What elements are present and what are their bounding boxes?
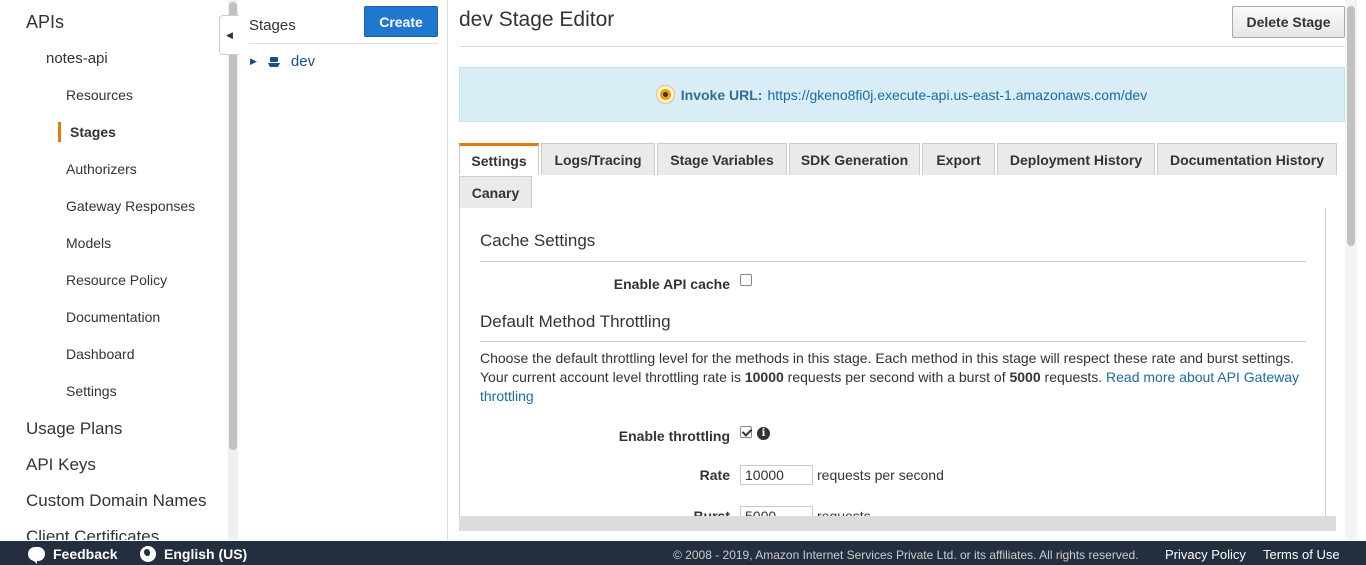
horizontal-scrollbar[interactable] bbox=[459, 516, 1336, 531]
nav-item-resources[interactable]: Resources bbox=[66, 87, 133, 103]
nav-item-resource-policy[interactable]: Resource Policy bbox=[66, 272, 167, 288]
rate-label: Rate bbox=[699, 467, 730, 483]
cache-settings-heading: Cache Settings bbox=[480, 231, 596, 250]
nav-item-settings[interactable]: Settings bbox=[66, 383, 117, 399]
page-scrollbar[interactable] bbox=[1345, 0, 1357, 540]
collapse-sidebar-button[interactable]: ◀ bbox=[219, 15, 239, 55]
tab-canary[interactable]: Canary bbox=[459, 176, 532, 208]
stage-icon bbox=[267, 56, 280, 67]
stage-editor: dev Stage Editor Delete Stage Invoke URL… bbox=[449, 0, 1345, 540]
left-navigation: APIs notes-api Resources Stages Authoriz… bbox=[0, 0, 228, 540]
cache-divider bbox=[480, 261, 1306, 262]
create-stage-button[interactable]: Create bbox=[364, 6, 438, 37]
nav-item-stages[interactable]: Stages bbox=[70, 124, 116, 140]
stages-panel: Stages Create ▶ dev bbox=[238, 0, 448, 540]
default-throttling-heading: Default Method Throttling bbox=[480, 312, 671, 331]
invoke-url-link[interactable]: https://gkeno8fi0j.execute-api.us-east-1… bbox=[767, 87, 1147, 103]
nav-item-dashboard[interactable]: Dashboard bbox=[66, 346, 135, 362]
nav-usage-plans[interactable]: Usage Plans bbox=[26, 419, 122, 439]
stage-tree-item-dev[interactable]: ▶ dev bbox=[250, 53, 315, 70]
account-burst-value: 5000 bbox=[1009, 369, 1041, 385]
privacy-policy-link[interactable]: Privacy Policy bbox=[1165, 547, 1246, 562]
language-selector[interactable]: English (US) bbox=[140, 546, 247, 562]
tab-documentation-history[interactable]: Documentation History bbox=[1157, 143, 1337, 175]
terms-of-use-link[interactable]: Terms of Use bbox=[1263, 547, 1340, 562]
page-title: dev Stage Editor bbox=[459, 8, 615, 31]
throttling-desc-part3: requests. bbox=[1040, 369, 1107, 385]
sidebar-scrollbar[interactable] bbox=[228, 0, 238, 540]
title-divider bbox=[459, 46, 1345, 47]
invoke-url-label: Invoke URL: bbox=[680, 86, 763, 103]
enable-api-cache-label: Enable API cache bbox=[613, 276, 730, 292]
copyright-text: © 2008 - 2019, Amazon Internet Services … bbox=[673, 548, 1139, 562]
tab-settings[interactable]: Settings bbox=[459, 143, 539, 175]
delete-stage-button[interactable]: Delete Stage bbox=[1232, 6, 1345, 38]
tab-logs-tracing[interactable]: Logs/Tracing bbox=[541, 143, 655, 175]
throttling-divider bbox=[480, 341, 1306, 342]
stages-divider bbox=[249, 43, 438, 44]
page-scroll-thumb[interactable] bbox=[1347, 6, 1355, 246]
globe-icon bbox=[140, 546, 156, 562]
rate-input[interactable]: 10000 bbox=[740, 465, 813, 485]
nav-item-gateway-responses[interactable]: Gateway Responses bbox=[66, 198, 195, 214]
nav-apis[interactable]: APIs bbox=[26, 12, 64, 33]
nav-item-models[interactable]: Models bbox=[66, 235, 111, 251]
invoke-url-icon bbox=[656, 86, 674, 103]
stages-title: Stages bbox=[249, 17, 296, 34]
stage-name-dev[interactable]: dev bbox=[291, 53, 315, 70]
info-icon[interactable]: i bbox=[757, 427, 770, 440]
sidebar-scroll-thumb[interactable] bbox=[229, 2, 237, 450]
rate-unit: requests per second bbox=[817, 467, 944, 483]
footer: Feedback English (US) © 2008 - 2019, Ama… bbox=[0, 541, 1366, 565]
nav-api-notes-api[interactable]: notes-api bbox=[46, 50, 108, 67]
expand-caret-icon[interactable]: ▶ bbox=[250, 56, 257, 67]
enable-throttling-checkbox[interactable] bbox=[740, 426, 752, 438]
nav-item-documentation[interactable]: Documentation bbox=[66, 309, 160, 325]
throttling-description: Choose the default throttling level for … bbox=[480, 349, 1310, 406]
enable-throttling-label: Enable throttling bbox=[618, 428, 730, 444]
nav-item-authorizers[interactable]: Authorizers bbox=[66, 161, 137, 177]
active-indicator bbox=[58, 122, 61, 142]
tab-sdk-generation[interactable]: SDK Generation bbox=[789, 143, 920, 175]
feedback-label: Feedback bbox=[53, 546, 118, 562]
nav-client-certificates[interactable]: Client Certificates bbox=[26, 527, 159, 540]
chat-bubble-icon bbox=[28, 547, 45, 564]
language-label: English (US) bbox=[164, 546, 248, 562]
settings-panel: Cache Settings Enable API cache Default … bbox=[459, 208, 1326, 526]
invoke-url-banner: Invoke URL: https://gkeno8fi0j.execute-a… bbox=[459, 67, 1345, 122]
caret-left-icon: ◀ bbox=[226, 29, 233, 40]
tab-export[interactable]: Export bbox=[922, 143, 995, 175]
feedback-button[interactable]: Feedback bbox=[28, 546, 118, 564]
nav-custom-domain-names[interactable]: Custom Domain Names bbox=[26, 491, 206, 511]
tab-deployment-history[interactable]: Deployment History bbox=[997, 143, 1155, 175]
enable-api-cache-checkbox[interactable] bbox=[740, 274, 752, 286]
nav-api-keys[interactable]: API Keys bbox=[26, 455, 96, 475]
tab-stage-variables[interactable]: Stage Variables bbox=[657, 143, 787, 175]
throttling-desc-part2: requests per second with a burst of bbox=[783, 369, 1010, 385]
account-rate-value: 10000 bbox=[744, 369, 784, 385]
